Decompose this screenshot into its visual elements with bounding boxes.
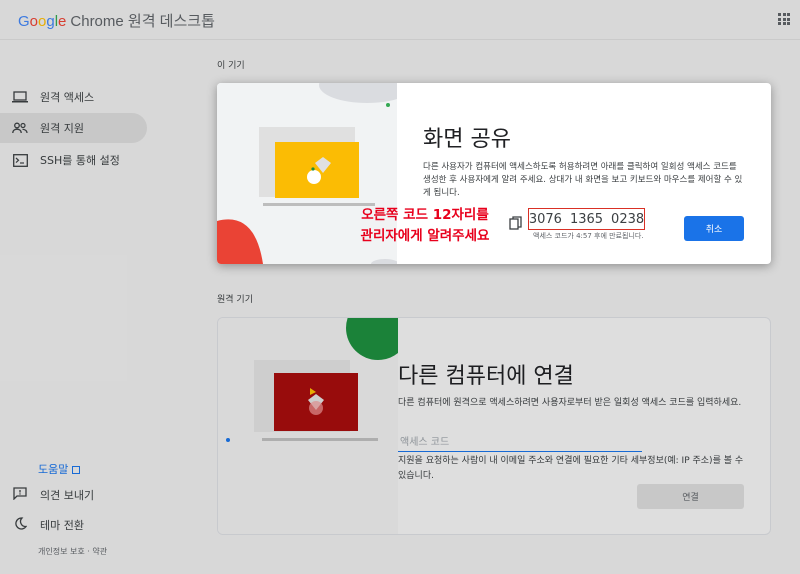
code-expiry-text: 액세스 코드가 4:57 후에 만료됩니다. xyxy=(533,232,644,240)
sidebar-item-remote-support[interactable]: 원격 지원 xyxy=(0,113,147,143)
app-logo[interactable]: Google Chrome 원격 데스크톱 xyxy=(18,10,215,31)
terminal-icon xyxy=(12,153,28,167)
logo-letter: o xyxy=(29,13,39,30)
moon-icon xyxy=(12,517,28,533)
code-group: 3076 xyxy=(528,211,562,227)
sidebar-item-remote-access[interactable]: 원격 액세스 xyxy=(0,82,147,112)
connect-title: 다른 컴퓨터에 연결 xyxy=(398,364,574,389)
connect-button[interactable]: 연결 xyxy=(637,484,744,509)
theme-toggle-button[interactable]: 테마 전환 xyxy=(12,517,84,533)
access-code-placeholder: 액세스 코드 xyxy=(400,437,450,448)
logo-letter: G xyxy=(18,13,30,30)
sidebar-item-label: 원격 액세스 xyxy=(40,91,95,104)
cancel-button[interactable]: 취소 xyxy=(684,216,744,241)
copy-icon[interactable] xyxy=(509,215,523,230)
app-title: Chrome 원격 데스크톱 xyxy=(70,13,215,30)
connect-illustration xyxy=(218,318,398,534)
logo-letter: g xyxy=(46,13,55,30)
connect-card: 다른 컴퓨터에 연결 다른 컴퓨터에 원격으로 액세스하려면 사용자로부터 받은… xyxy=(217,317,771,535)
connect-description: 다른 컴퓨터에 원격으로 액세스하려면 사용자로부터 받은 일회성 액세스 코드… xyxy=(398,398,742,408)
legal-links[interactable]: 개인정보 보호 · 약관 xyxy=(38,546,107,557)
share-title: 화면 공유 xyxy=(423,127,511,152)
section-title-remote-device: 원격 기기 xyxy=(217,295,253,305)
help-label: 도움말 xyxy=(38,463,69,476)
feedback-icon xyxy=(12,487,28,503)
laptop-icon xyxy=(12,90,28,104)
section-title-this-device: 이 기기 xyxy=(217,61,245,71)
instruction-annotation: 오른쪽 코드 12자리를 관리자에게 알려주세요 xyxy=(345,205,505,247)
annotation-line: 오른쪽 코드 12자리를 xyxy=(361,207,489,223)
sidebar-item-ssh-setup[interactable]: SSH를 통해 설정 xyxy=(0,145,147,175)
external-link-icon xyxy=(72,466,81,474)
code-group: 1365 xyxy=(569,211,604,227)
annotation-line: 관리자에게 알려주세요 xyxy=(360,228,490,244)
apps-grid-icon[interactable] xyxy=(778,13,790,25)
sidebar: 원격 액세스 원격 지원 SSH를 통해 설정 도움말 의견 보내기 테마 전환… xyxy=(0,41,160,574)
help-link[interactable]: 도움말 xyxy=(38,461,81,477)
app-header: Google Chrome 원격 데스크톱 xyxy=(0,0,800,40)
access-code-display: 3076 1365 0238 xyxy=(528,208,645,230)
people-icon xyxy=(12,121,28,135)
connect-helper-text: 지원을 요청하는 사람이 내 이메일 주소와 연결에 필요한 기타 세부정보(예… xyxy=(398,456,744,481)
logo-letter: e xyxy=(58,13,67,30)
feedback-label: 의견 보내기 xyxy=(40,489,95,502)
code-group: 0238 xyxy=(611,211,645,227)
feedback-button[interactable]: 의견 보내기 xyxy=(12,487,94,503)
theme-label: 테마 전환 xyxy=(40,519,84,532)
sidebar-item-label: 원격 지원 xyxy=(40,122,84,135)
sidebar-item-label: SSH를 통해 설정 xyxy=(40,154,120,167)
share-description: 다른 사용자가 컴퓨터에 액세스하도록 허용하려면 아래를 클릭하여 일회성 액… xyxy=(423,162,743,198)
access-code-input[interactable]: 액세스 코드 xyxy=(398,430,642,452)
